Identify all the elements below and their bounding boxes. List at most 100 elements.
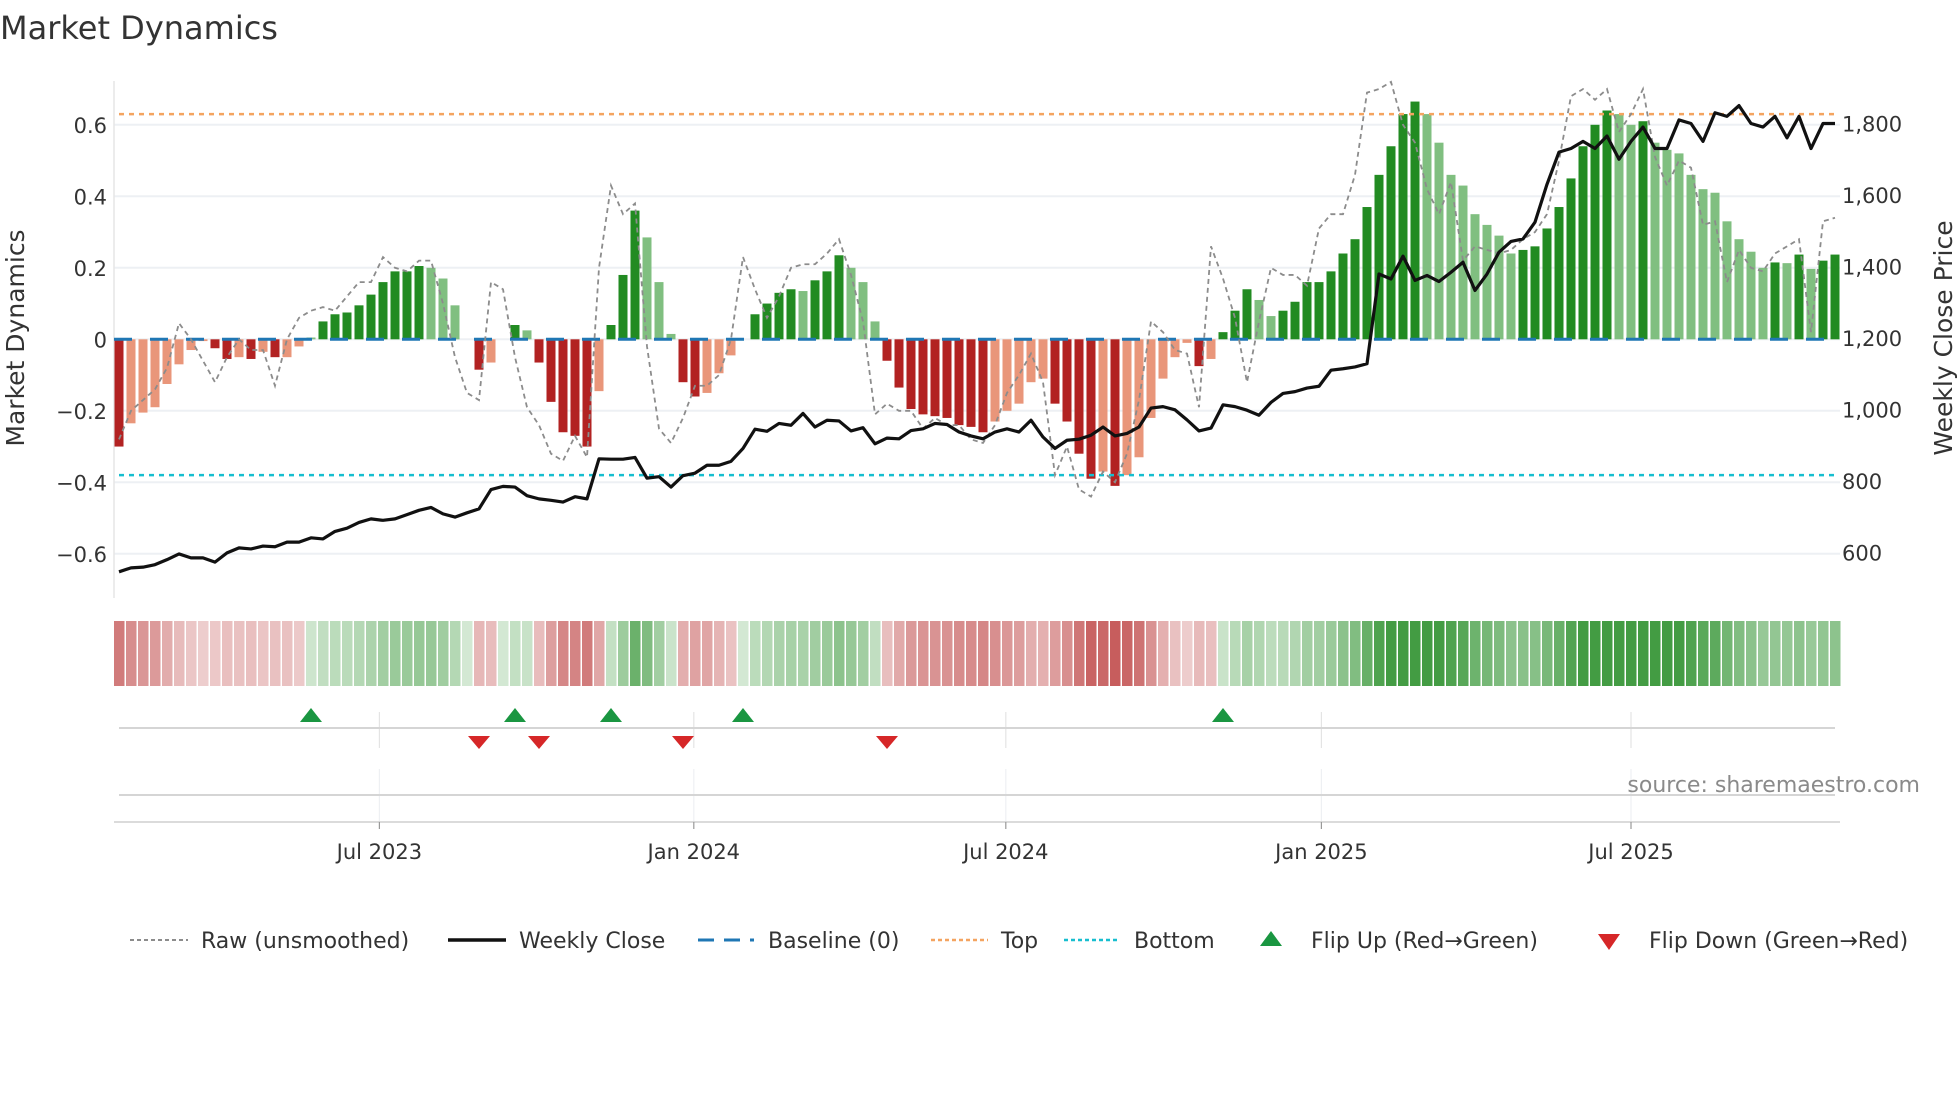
strip-cell: [126, 621, 137, 686]
bar: [1014, 339, 1024, 404]
bar: [786, 289, 796, 340]
strip-cell: [114, 621, 125, 686]
strip-cell: [1506, 621, 1517, 686]
bar: [366, 294, 376, 340]
strip-cell: [678, 621, 689, 686]
legend-item-baseline[interactable]: Baseline (0): [698, 929, 899, 954]
legend-label-bottom: Bottom: [1134, 929, 1215, 954]
y2-tick-label: 1,200: [1842, 327, 1902, 351]
strip-cell: [306, 621, 317, 686]
bar: [798, 291, 808, 340]
strip-cell: [654, 621, 665, 686]
strip-cell: [1830, 621, 1841, 686]
bar: [810, 280, 820, 340]
bar: [1350, 239, 1360, 340]
flip-up-marker: [504, 708, 526, 722]
bar: [414, 266, 424, 340]
strip-cell: [174, 621, 185, 686]
legend-item-flip-up[interactable]: Flip Up (Red→Green): [1260, 929, 1538, 954]
bar: [318, 321, 328, 340]
bar: [1206, 339, 1216, 359]
strip-cell: [1242, 621, 1253, 686]
y2-tick-label: 600: [1842, 542, 1882, 566]
bar: [1770, 262, 1780, 340]
strip-cell: [714, 621, 725, 686]
strip-cell: [822, 621, 833, 686]
bar: [1554, 207, 1564, 340]
bar: [1326, 271, 1336, 340]
bar: [882, 339, 892, 361]
bar: [1758, 267, 1768, 340]
legend-item-raw[interactable]: Raw (unsmoothed): [130, 929, 409, 954]
bar: [1578, 146, 1588, 340]
strip-cell: [1374, 621, 1385, 686]
bar: [918, 339, 928, 415]
strip-cell: [1482, 621, 1493, 686]
strip-cell: [1206, 621, 1217, 686]
strip-cell: [522, 621, 533, 686]
bar: [750, 314, 760, 340]
regime-strip: [114, 621, 1841, 686]
bar: [1446, 174, 1456, 340]
bar: [1590, 124, 1600, 340]
flip-up-marker: [600, 708, 622, 722]
strip-cell: [1026, 621, 1037, 686]
y2-tick-label: 1,600: [1842, 184, 1902, 208]
chart-title: Market Dynamics: [0, 9, 278, 47]
strip-cell: [1662, 621, 1673, 686]
bar: [1290, 301, 1300, 340]
bar: [1650, 142, 1660, 340]
strip-cell: [1386, 621, 1397, 686]
bar: [1506, 253, 1516, 340]
strip-cell: [1146, 621, 1157, 686]
strip-cell: [234, 621, 245, 686]
bar: [378, 282, 388, 340]
strip-cell: [834, 621, 845, 686]
strip-cell: [186, 621, 197, 686]
legend-item-bottom[interactable]: Bottom: [1064, 929, 1215, 954]
legend-label-flip-down: Flip Down (Green→Red): [1649, 929, 1908, 954]
strip-cell: [894, 621, 905, 686]
flip-markers-panel: [119, 708, 1835, 822]
bar: [1170, 339, 1180, 358]
strip-cell: [786, 621, 797, 686]
strip-cell: [1650, 621, 1661, 686]
legend-item-flip-down[interactable]: Flip Down (Green→Red): [1598, 929, 1908, 954]
strip-cell: [150, 621, 161, 686]
strip-cell: [954, 621, 965, 686]
bar: [978, 339, 988, 433]
strip-cell: [1170, 621, 1181, 686]
bar: [1374, 174, 1384, 340]
legend-item-top[interactable]: Top: [931, 929, 1038, 954]
strip-cell: [1722, 621, 1733, 686]
strip-cell: [402, 621, 413, 686]
triangle-up-icon: [1260, 931, 1282, 946]
market-dynamics-chart: Market Dynamics −0.6 −0.4 −0.2 0 0.2 0.4 0.6 6…: [0, 9, 1958, 954]
strip-cell: [594, 621, 605, 686]
bar: [1518, 249, 1528, 340]
bar: [1098, 339, 1108, 472]
bar: [1614, 114, 1624, 340]
bar: [558, 339, 568, 433]
strip-cell: [1542, 621, 1553, 686]
y-tick-label: 0.4: [74, 185, 107, 209]
strip-cell: [162, 621, 173, 686]
legend-item-close[interactable]: Weekly Close: [448, 929, 665, 954]
strip-cell: [1134, 621, 1145, 686]
strip-cell: [1074, 621, 1085, 686]
bar: [654, 282, 664, 340]
y-tick-label: 0.2: [74, 257, 107, 281]
series-lines: [118, 80, 1836, 574]
strip-cell: [1362, 621, 1373, 686]
strip-cell: [1014, 621, 1025, 686]
bar: [1566, 178, 1576, 340]
strip-cell: [378, 621, 389, 686]
strip-cell: [462, 621, 473, 686]
strip-cell: [318, 621, 329, 686]
strip-cell: [1398, 621, 1409, 686]
bar: [1542, 228, 1552, 340]
strip-cell: [1698, 621, 1709, 686]
strip-cell: [1614, 621, 1625, 686]
bar: [894, 339, 904, 388]
strip-cell: [294, 621, 305, 686]
